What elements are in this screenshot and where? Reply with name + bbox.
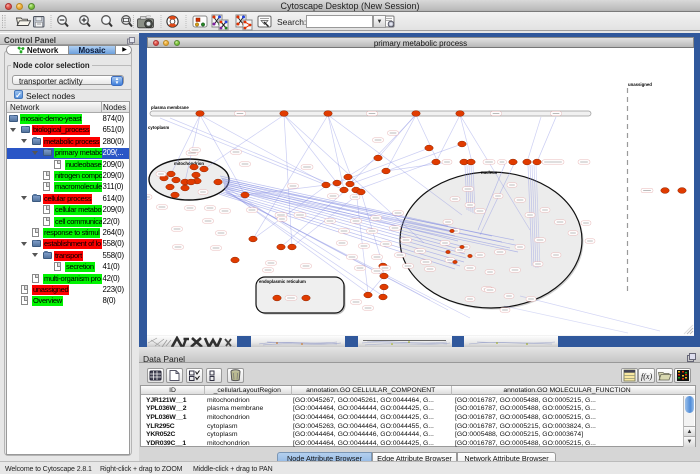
svg-text:cytoplasm: cytoplasm: [148, 125, 169, 130]
svg-text:mitochondrion: mitochondrion: [174, 161, 204, 166]
svg-text:plasma membrane: plasma membrane: [151, 105, 189, 110]
svg-text:endoplasmic reticulum: endoplasmic reticulum: [259, 279, 306, 284]
svg-text:nucleus: nucleus: [481, 170, 498, 175]
svg-text:unassigned: unassigned: [628, 82, 652, 87]
svg-text:f(x): f(x): [641, 372, 652, 381]
